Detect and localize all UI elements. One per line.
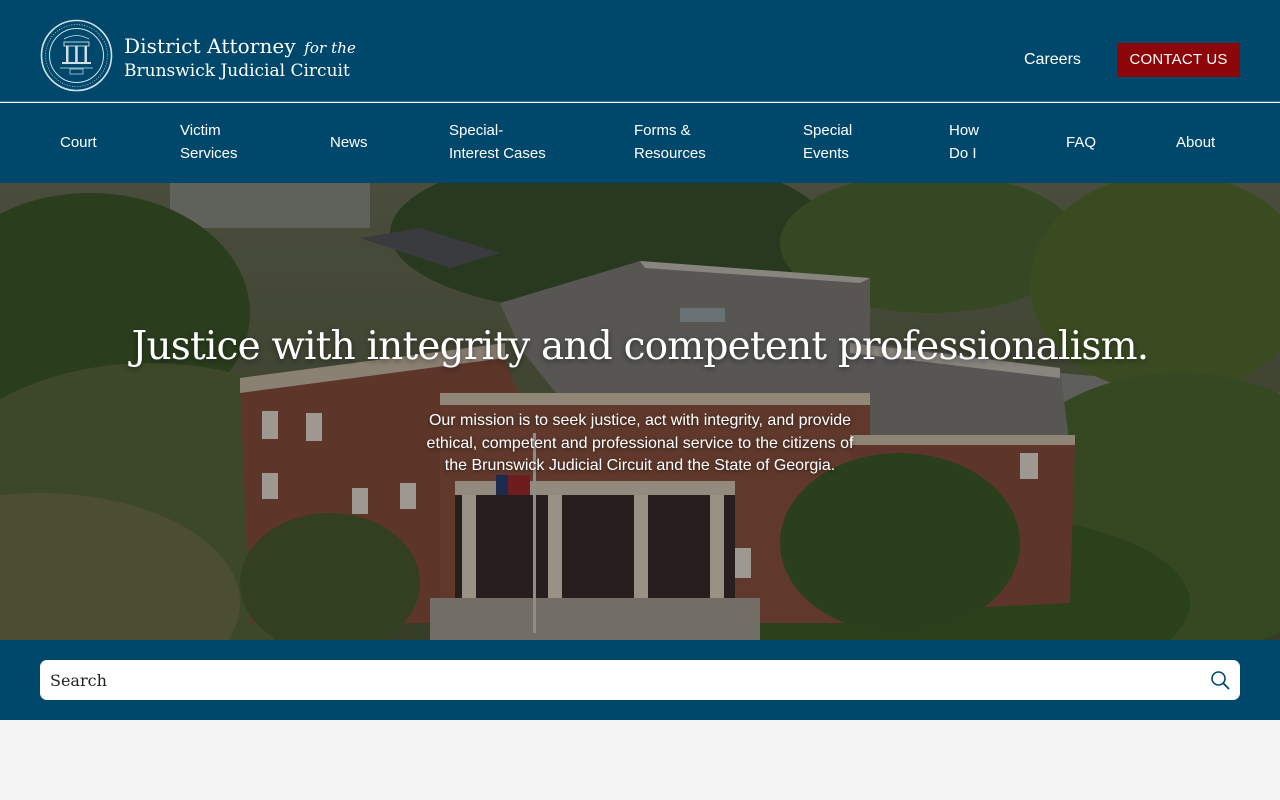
nav-item-label: Events [803,145,849,162]
nav-item-how-do-i[interactable]: How Do I [949,119,979,165]
brand-title-text: District Attorney [124,34,296,58]
search-input[interactable] [50,660,1200,700]
nav-item-label: Do I [949,145,977,162]
nav-item-victim-services[interactable]: Victim Services [180,119,238,165]
nav-item-label: Special [803,122,853,139]
nav-item-label: How [949,122,980,139]
nav-item-label: Special- [449,122,504,139]
hero-mission-text: Our mission is to seek justice, act with… [426,412,854,474]
careers-link[interactable]: Careers [1024,49,1081,71]
nav-item-label: Resources [634,145,706,162]
search-icon[interactable] [1210,670,1230,690]
brand-title-for: for the [304,39,357,57]
nav-item-about[interactable]: About [1176,131,1215,154]
nav-item-label: Forms & [634,122,691,139]
nav-item-forms-resources[interactable]: Forms & Resources [634,119,706,165]
brand-title: District Attorney for the [124,33,356,61]
nav-item-court[interactable]: Court [60,131,97,154]
contact-us-button[interactable]: CONTACT US [1117,43,1240,77]
search-box [40,660,1240,700]
brand-subtitle: Brunswick Judicial Circuit [124,61,350,81]
site-header: District Attorney for the Brunswick Judi… [0,0,1280,102]
nav-item-label: Victim [180,122,221,139]
nav-item-label: Interest Cases [449,145,546,162]
hero-title: Justice with integrity and competent pro… [131,324,1150,369]
page-body [0,720,1280,800]
nav-item-special-events[interactable]: Special Events [803,119,852,165]
nav-item-faq[interactable]: FAQ [1066,131,1096,154]
site-brand[interactable]: District Attorney for the Brunswick Judi… [124,33,356,82]
nav-item-label: Services [180,145,238,162]
search-band [0,640,1280,720]
main-nav: Court Victim Services News Special- Inte… [0,103,1280,183]
nav-item-special-interest-cases[interactable]: Special- Interest Cases [449,119,546,165]
georgia-seal-icon[interactable] [40,19,113,92]
nav-item-news[interactable]: News [330,131,368,154]
